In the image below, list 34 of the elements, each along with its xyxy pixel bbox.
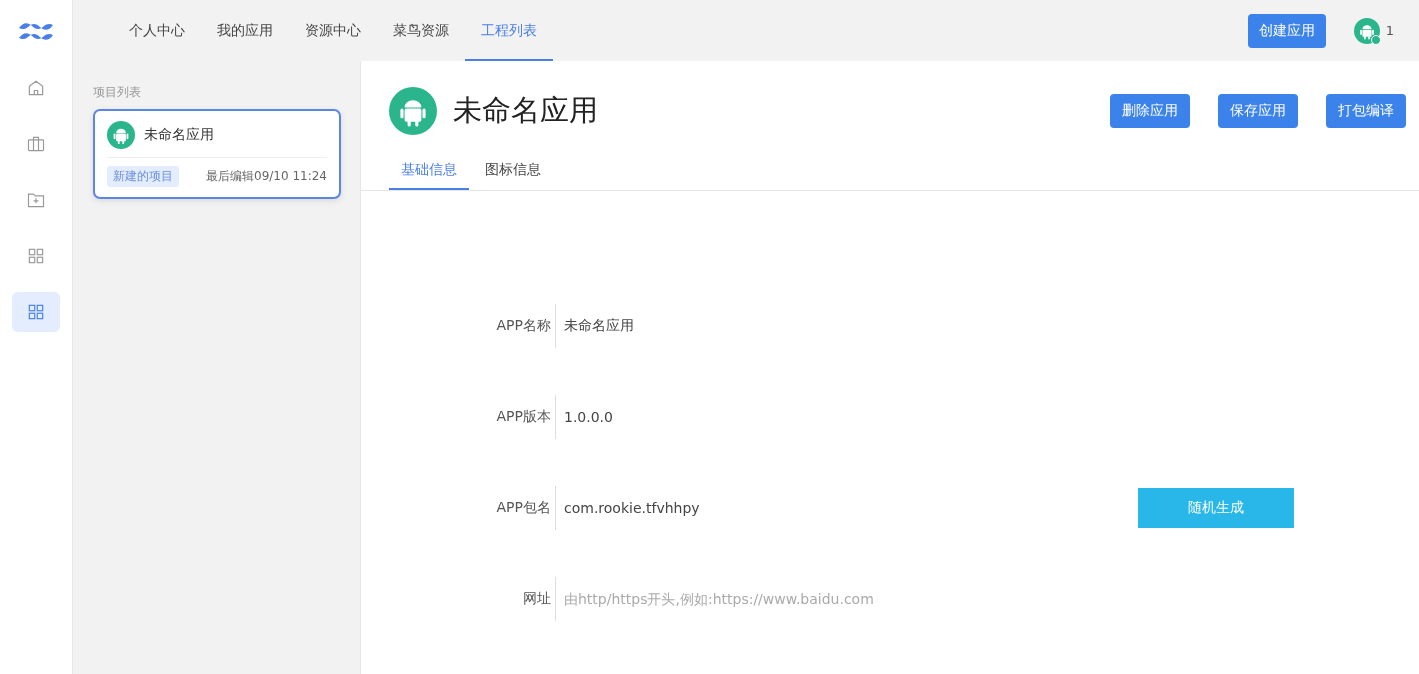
briefcase-icon [26,134,46,154]
last-edited-time: 最后编辑09/10 11:24 [206,168,327,185]
android-logo-icon [1353,17,1380,44]
field-label: APP名称 [495,317,552,335]
field-label: APP包名 [495,499,552,517]
android-logo-icon [389,87,437,135]
grid-icon [26,246,46,266]
nav-tab[interactable]: 菜鸟资源 [377,0,465,61]
input-field[interactable]: 未命名应用 [555,304,944,348]
user-count: 1 [1385,23,1394,38]
info-tab[interactable]: 基础信息 [389,151,469,190]
user-avatar[interactable] [1353,17,1380,44]
info-tab[interactable]: 图标信息 [473,151,553,190]
sidebar-item[interactable] [12,292,60,332]
app-title: 未命名应用 [453,92,598,129]
nav-tab[interactable]: 我的应用 [201,0,289,61]
grid-icon [26,302,46,322]
android-logo-icon [107,121,135,149]
action-button[interactable]: 保存应用 [1218,94,1298,128]
nav-tab[interactable]: 个人中心 [113,0,201,61]
action-button[interactable]: 删除应用 [1110,94,1190,128]
project-name: 未命名应用 [144,126,214,144]
create-app-button[interactable]: 创建应用 [1247,13,1326,48]
field-label: APP版本 [495,408,552,426]
nav-tab[interactable]: 资源中心 [289,0,377,61]
input-field[interactable]: 由http/https开头,例如:https://www.baidu.com [555,577,944,621]
input-field[interactable]: 1.0.0.0 [555,395,944,439]
home-icon [26,78,46,98]
field-label: 网址 [522,590,552,608]
project-list-title: 项目列表 [93,84,141,101]
action-button[interactable]: 打包编译 [1326,94,1406,128]
input-field[interactable]: com.rookie.tfvhhpy [555,486,944,530]
project-tag: 新建的项目 [107,166,179,187]
project-card[interactable]: 未命名应用 新建的项目 最后编辑09/10 11:24 [93,109,341,199]
